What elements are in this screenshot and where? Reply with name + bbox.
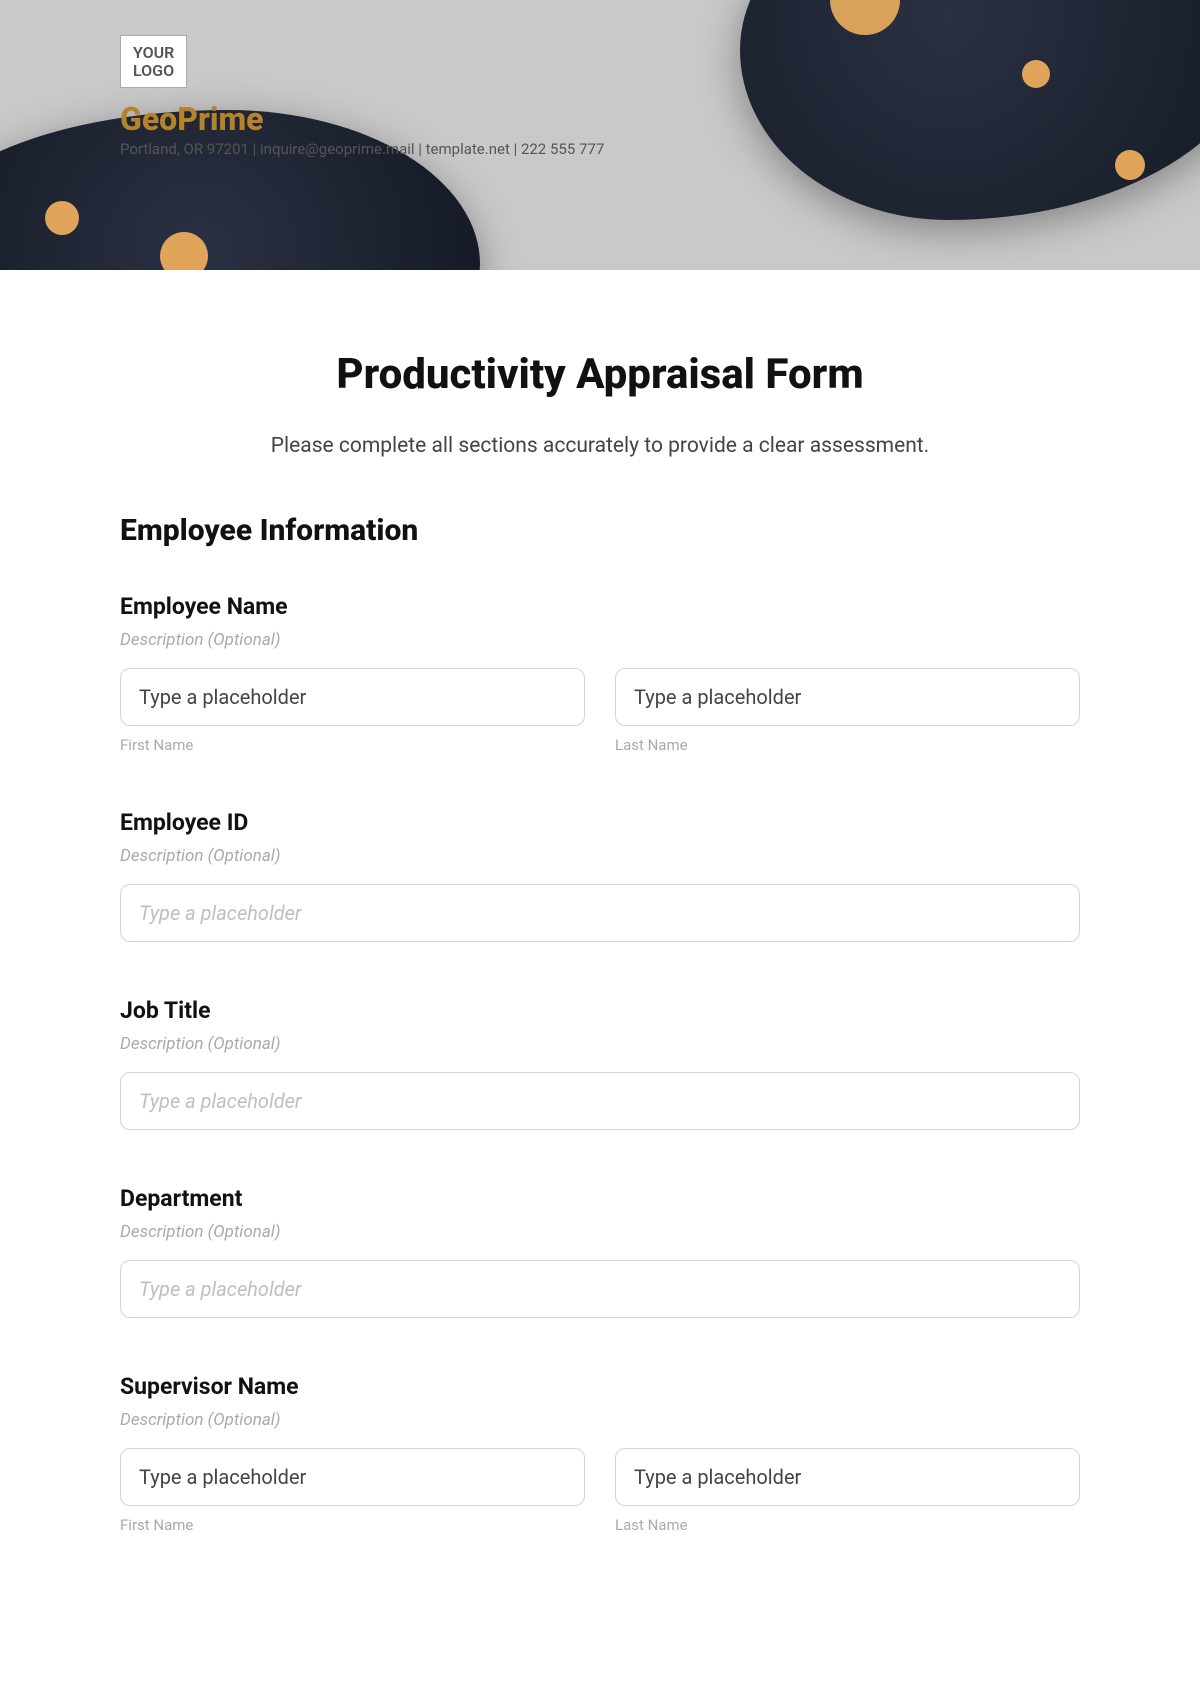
description-hint: Description (Optional) (120, 1410, 1080, 1430)
label-employee-id: Employee ID (120, 809, 1080, 836)
employee-id-input[interactable] (120, 884, 1080, 942)
description-hint: Description (Optional) (120, 1034, 1080, 1054)
first-name-input[interactable] (120, 668, 585, 726)
sublabel-last-name: Last Name (615, 736, 1080, 754)
sublabel-last-name: Last Name (615, 1516, 1080, 1534)
decorative-dot (1115, 150, 1145, 180)
section-employee-info: Employee Information (120, 513, 1080, 548)
decorative-dot (1022, 60, 1050, 88)
contact-line: Portland, OR 97201 | inquire@geoprime.ma… (120, 140, 604, 158)
supervisor-first-name-input[interactable] (120, 1448, 585, 1506)
decorative-blob (740, 0, 1200, 220)
label-job-title: Job Title (120, 997, 1080, 1024)
field-department: Department Description (Optional) (120, 1185, 1080, 1318)
header-banner: YOUR LOGO GeoPrime Portland, OR 97201 | … (0, 0, 1200, 270)
description-hint: Description (Optional) (120, 846, 1080, 866)
label-supervisor-name: Supervisor Name (120, 1373, 1080, 1400)
field-employee-name: Employee Name Description (Optional) Fir… (120, 593, 1080, 754)
sublabel-first-name: First Name (120, 1516, 585, 1534)
label-employee-name: Employee Name (120, 593, 1080, 620)
page-title: Productivity Appraisal Form (120, 350, 1080, 399)
decorative-dot (45, 201, 79, 235)
logo-placeholder: YOUR LOGO (120, 35, 187, 88)
field-supervisor-name: Supervisor Name Description (Optional) F… (120, 1373, 1080, 1534)
form-body: Productivity Appraisal Form Please compl… (0, 270, 1200, 1614)
label-department: Department (120, 1185, 1080, 1212)
last-name-input[interactable] (615, 668, 1080, 726)
description-hint: Description (Optional) (120, 1222, 1080, 1242)
page-subtitle: Please complete all sections accurately … (120, 434, 1080, 458)
brand-name: GeoPrime (120, 100, 264, 138)
field-employee-id: Employee ID Description (Optional) (120, 809, 1080, 942)
job-title-input[interactable] (120, 1072, 1080, 1130)
field-job-title: Job Title Description (Optional) (120, 997, 1080, 1130)
department-input[interactable] (120, 1260, 1080, 1318)
description-hint: Description (Optional) (120, 630, 1080, 650)
supervisor-last-name-input[interactable] (615, 1448, 1080, 1506)
sublabel-first-name: First Name (120, 736, 585, 754)
